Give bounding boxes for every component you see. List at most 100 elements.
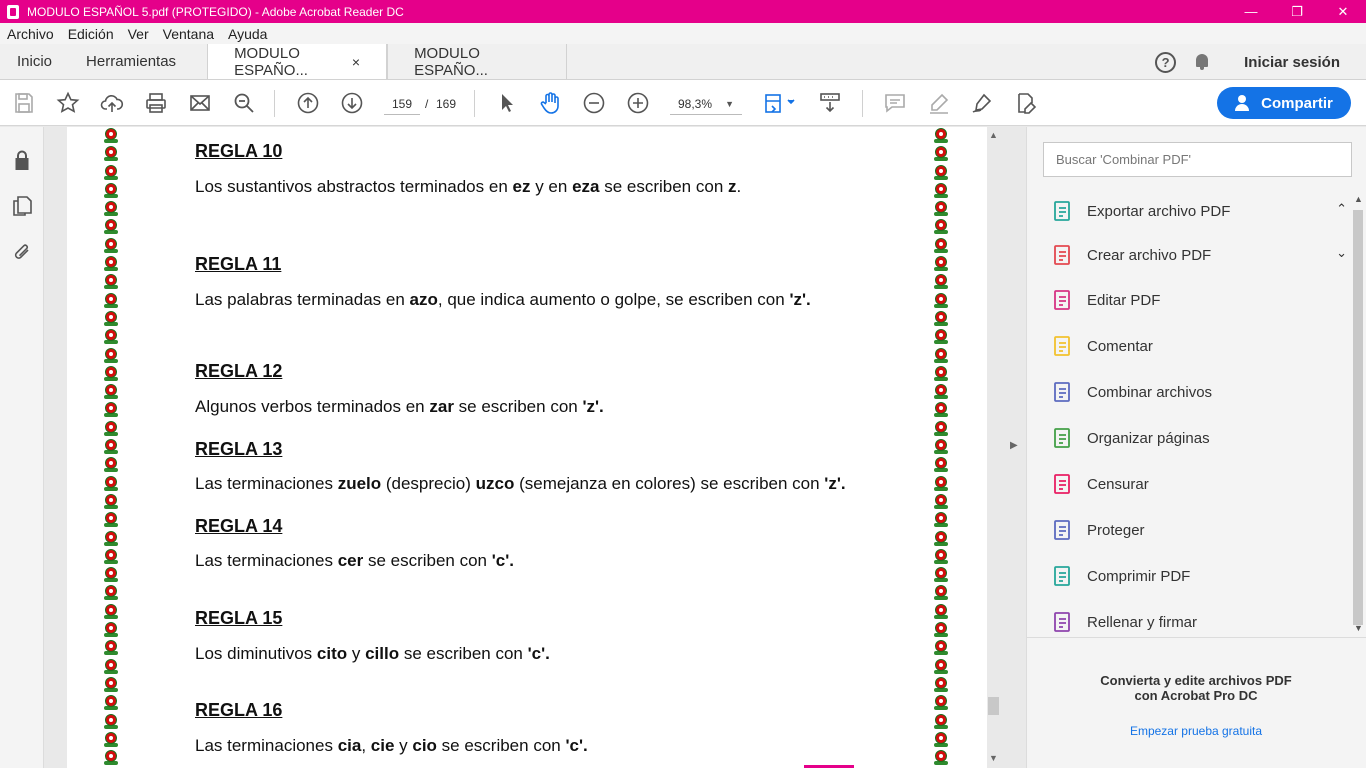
flower-ornament xyxy=(934,145,948,162)
tool-item[interactable]: Censurar xyxy=(1051,469,1347,499)
tab-document-active[interactable]: MODULO ESPAÑO... × xyxy=(207,44,388,79)
flower-ornament xyxy=(934,731,948,748)
scroll-down-icon[interactable]: ▼ xyxy=(989,753,998,763)
flower-ornament xyxy=(104,621,118,638)
acrobat-app-icon xyxy=(7,4,19,19)
attachments-paperclip-icon[interactable] xyxy=(11,241,33,263)
close-tab-icon[interactable]: × xyxy=(352,54,360,70)
scroll-mode-icon[interactable] xyxy=(818,91,842,115)
upload-cloud-icon[interactable] xyxy=(100,91,124,115)
regla-text: Las terminaciones cer se escriben con 'c… xyxy=(195,551,514,570)
flower-ornament xyxy=(104,328,118,345)
flower-ornament xyxy=(104,127,118,144)
flower-ornament xyxy=(934,694,948,711)
flower-ornament xyxy=(104,164,118,181)
flower-ornament xyxy=(934,292,948,309)
flower-ornament xyxy=(104,218,118,235)
comment-tool-icon[interactable] xyxy=(883,91,907,115)
flower-ornament xyxy=(104,420,118,437)
flower-ornament xyxy=(934,584,948,601)
create-pdf-icon xyxy=(1051,243,1075,267)
menu-ayuda[interactable]: Ayuda xyxy=(221,26,274,42)
signin-link[interactable]: Iniciar sesión xyxy=(1244,54,1340,71)
tab-document-2[interactable]: MODULO ESPAÑO... xyxy=(387,44,568,79)
page-number-input[interactable]: 159 xyxy=(384,93,420,115)
toolbar-separator xyxy=(862,90,863,117)
search-zoom-icon[interactable] xyxy=(232,91,256,115)
tab-inicio[interactable]: Inicio xyxy=(0,44,69,79)
right-flower-border xyxy=(933,127,949,768)
flower-ornament xyxy=(104,273,118,290)
restore-button[interactable]: ❐ xyxy=(1274,0,1320,23)
tab-document-label: MODULO ESPAÑO... xyxy=(234,44,308,79)
scroll-down-icon[interactable]: ▼ xyxy=(1354,623,1363,633)
scrollbar-thumb[interactable] xyxy=(988,697,999,715)
compress-pdf-icon xyxy=(1051,564,1075,588)
menu-edicion[interactable]: Edición xyxy=(61,26,121,42)
flower-ornament xyxy=(104,438,118,455)
pdf-page: REGLA 10 Los sustantivos abstractos termi… xyxy=(67,127,987,768)
next-page-icon[interactable] xyxy=(340,91,364,115)
zoom-in-icon[interactable] xyxy=(626,91,650,115)
edit-tool-icon[interactable] xyxy=(1014,91,1038,115)
scroll-up-icon[interactable]: ▲ xyxy=(1354,194,1363,204)
tools-right-panel: Buscar 'Combinar PDF' Exportar archivo P… xyxy=(1026,127,1366,768)
zoom-level-select[interactable]: 98,3% ▼ xyxy=(670,93,742,115)
hand-tool-icon[interactable] xyxy=(538,91,562,115)
select-cursor-icon[interactable] xyxy=(495,91,519,115)
tool-item[interactable]: Organizar páginas xyxy=(1051,423,1347,453)
tool-item-label: Rellenar y firmar xyxy=(1087,613,1198,631)
flower-ornament xyxy=(104,566,118,583)
tab-herramientas[interactable]: Herramientas xyxy=(69,44,207,79)
close-window-button[interactable]: ✕ xyxy=(1320,0,1366,23)
menu-archivo[interactable]: Archivo xyxy=(0,26,61,42)
bookmark-star-icon[interactable] xyxy=(56,91,80,115)
expand-right-panel-icon[interactable]: ▶ xyxy=(1010,440,1018,451)
minimize-button[interactable]: — xyxy=(1228,0,1274,23)
notifications-bell-icon[interactable] xyxy=(1194,53,1210,71)
flower-ornament xyxy=(934,273,948,290)
print-icon[interactable] xyxy=(144,91,168,115)
tool-item[interactable]: Rellenar y firmar xyxy=(1051,607,1347,637)
tools-scrollbar-thumb[interactable] xyxy=(1353,210,1363,625)
email-icon[interactable] xyxy=(188,91,212,115)
tool-item[interactable]: Exportar archivo PDF ⌃ xyxy=(1051,196,1347,226)
chevron-up-icon[interactable]: ⌃ xyxy=(1336,201,1347,217)
pages-thumbnails-icon[interactable] xyxy=(11,195,33,217)
tool-item[interactable]: Editar PDF xyxy=(1051,285,1347,315)
scroll-up-icon[interactable]: ▲ xyxy=(989,130,998,140)
tools-list: Exportar archivo PDF ⌃ Crear archivo PDF ⌄ E… xyxy=(1027,192,1355,637)
menu-ver[interactable]: Ver xyxy=(121,26,156,42)
flower-ornament xyxy=(934,566,948,583)
zoom-out-icon[interactable] xyxy=(582,91,606,115)
previous-page-icon[interactable] xyxy=(296,91,320,115)
tools-search-input[interactable]: Buscar 'Combinar PDF' xyxy=(1043,142,1352,177)
highlight-pen-icon[interactable] xyxy=(927,91,951,115)
save-icon[interactable] xyxy=(12,91,36,115)
flower-ornament xyxy=(104,475,118,492)
free-trial-link[interactable]: Empezar prueba gratuita xyxy=(1026,724,1366,738)
draw-sign-icon[interactable] xyxy=(970,91,994,115)
flower-ornament xyxy=(104,383,118,400)
share-button[interactable]: Compartir xyxy=(1217,87,1351,119)
flower-ornament xyxy=(934,713,948,730)
flower-ornament xyxy=(934,639,948,656)
tools-scrollbar[interactable]: ▲ ▼ xyxy=(1350,192,1366,637)
lock-icon[interactable] xyxy=(11,149,33,171)
tool-item[interactable]: Combinar archivos xyxy=(1051,377,1347,407)
menu-ventana[interactable]: Ventana xyxy=(156,26,221,42)
help-icon[interactable]: ? xyxy=(1155,51,1177,73)
tool-item-label: Comprimir PDF xyxy=(1087,567,1191,585)
fit-page-icon[interactable] xyxy=(764,91,798,115)
tool-item[interactable]: Comentar xyxy=(1051,331,1347,361)
tool-item[interactable]: Proteger xyxy=(1051,515,1347,545)
document-scrollbar[interactable]: ▲ ▼ xyxy=(985,127,1002,768)
flower-ornament xyxy=(934,438,948,455)
tool-item[interactable]: Crear archivo PDF ⌄ xyxy=(1051,240,1347,270)
chevron-down-icon[interactable]: ⌄ xyxy=(1336,245,1347,261)
regla-title: REGLA 16 xyxy=(195,700,283,720)
tool-item[interactable]: Comprimir PDF xyxy=(1051,561,1347,591)
tab-document-2-label: MODULO ESPAÑO... xyxy=(414,44,488,79)
flower-ornament xyxy=(104,639,118,656)
flower-ornament xyxy=(934,127,948,144)
